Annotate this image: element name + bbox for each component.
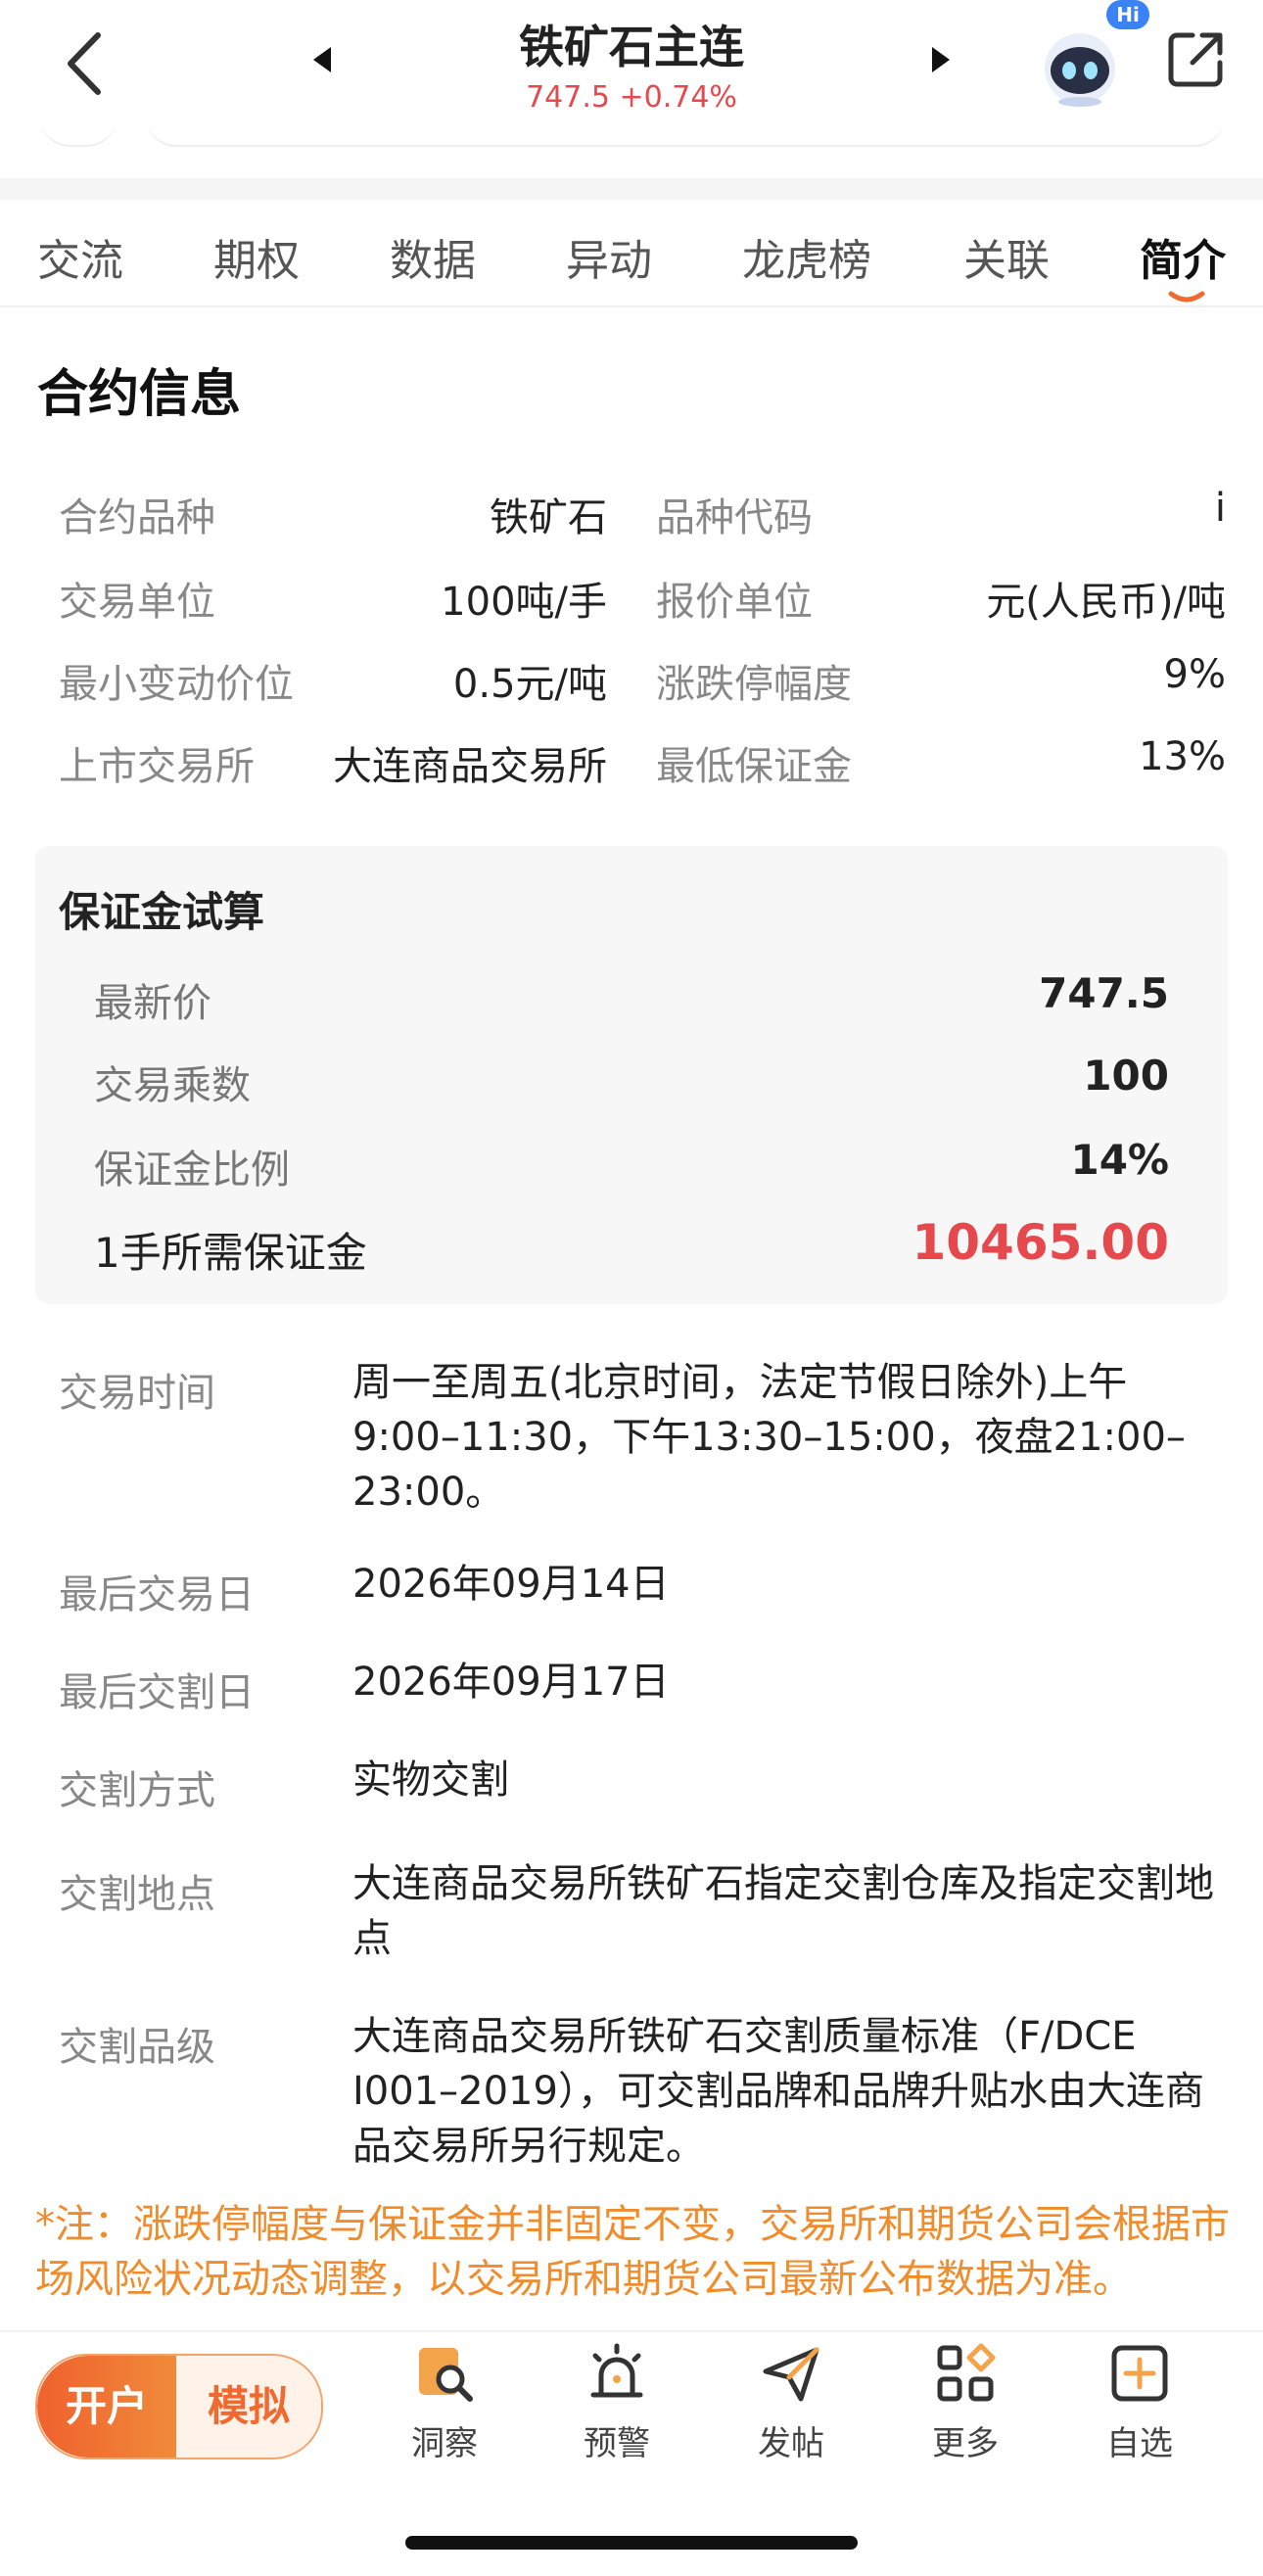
kv-label: 上市交易所	[59, 744, 255, 789]
open-sim-pill: 开户 模拟	[35, 2354, 323, 2459]
detail-label: 最后交易日	[59, 1572, 255, 1617]
detail-value: 大连商品交易所铁矿石交割质量标准（F/DCE I001–2019），可交割品牌和…	[352, 2014, 1204, 2169]
kv-label: 品种代码	[656, 495, 813, 540]
robot-icon[interactable]	[1036, 22, 1124, 110]
send-icon	[760, 2342, 822, 2405]
detail-value: 2026年09月17日	[352, 1660, 670, 1705]
more-grid-icon	[934, 2342, 997, 2405]
open-account-button[interactable]: 开户	[37, 2356, 176, 2458]
margin-calc-title: 保证金试算	[59, 888, 265, 936]
triangle-right-icon[interactable]	[924, 43, 958, 76]
alarm-icon	[585, 2342, 648, 2405]
kv-label: 交易单位	[59, 580, 215, 625]
detail-value: 实物交割	[352, 1757, 509, 1803]
contract-info-title: 合约信息	[37, 365, 242, 424]
kv-value: 0.5元/吨	[452, 662, 607, 707]
nav-alert[interactable]: 预警	[548, 2342, 685, 2469]
home-indicator	[405, 2536, 858, 2550]
tab-dragon-tiger[interactable]: 龙虎榜	[742, 225, 871, 288]
nav-label: 洞察	[411, 2424, 478, 2463]
nav-label: 预警	[584, 2424, 650, 2463]
tab-data[interactable]: 数据	[390, 225, 476, 288]
calc-total-label: 1手所需保证金	[94, 1229, 367, 1277]
nav-label: 自选	[1106, 2424, 1173, 2463]
detail-label: 最后交割日	[59, 1670, 255, 1715]
calc-value: 100	[1083, 1052, 1169, 1100]
insight-icon	[413, 2342, 476, 2405]
kv-label: 涨跌停幅度	[656, 662, 852, 707]
nav-label: 发帖	[758, 2424, 824, 2463]
ghost-search-edge	[147, 116, 1224, 147]
nav-label: 更多	[932, 2424, 999, 2463]
kv-label: 合约品种	[59, 495, 215, 540]
calc-label: 最新价	[94, 981, 211, 1026]
kv-value: i	[1214, 486, 1226, 531]
kv-label: 报价单位	[656, 580, 813, 625]
nav-watchlist[interactable]: 自选	[1071, 2342, 1208, 2469]
detail-value: 2026年09月14日	[352, 1562, 670, 1607]
tab-bar: 交流 期权 数据 异动 龙虎榜 关联 简介	[0, 200, 1263, 307]
tab-related[interactable]: 关联	[963, 225, 1050, 288]
calc-label: 保证金比例	[94, 1147, 290, 1193]
active-tab-indicator	[1167, 290, 1206, 305]
section-divider	[0, 178, 1263, 200]
kv-value: 13%	[1139, 734, 1226, 779]
ghost-avatar-edge	[39, 116, 117, 147]
tab-communication[interactable]: 交流	[37, 225, 123, 288]
tab-anomaly[interactable]: 异动	[566, 225, 652, 288]
kv-value: 9%	[1163, 652, 1226, 697]
kv-label: 最低保证金	[656, 744, 852, 789]
header-bar: 铁矿石主连 747.5 +0.74% Hi	[0, 0, 1263, 147]
kv-value: 元(人民币)/吨	[986, 580, 1226, 625]
calc-value: 747.5	[1039, 969, 1169, 1017]
kv-value: 铁矿石	[490, 495, 607, 540]
detail-value: 大连商品交易所铁矿石指定交割仓库及指定交割地点	[352, 1861, 1214, 1961]
detail-label: 交易时间	[59, 1371, 215, 1416]
nav-post[interactable]: 发帖	[723, 2342, 860, 2469]
add-watchlist-icon	[1108, 2342, 1171, 2405]
calc-label: 交易乘数	[94, 1063, 251, 1108]
detail-label: 交割地点	[59, 1872, 215, 1917]
nav-insight[interactable]: 洞察	[376, 2342, 513, 2469]
detail-value: 周一至周五(北京时间，法定节假日除外)上午9:00–11:30，下午13:30–…	[352, 1360, 1186, 1515]
tab-options[interactable]: 期权	[213, 225, 300, 288]
tab-intro[interactable]: 简介	[1140, 225, 1226, 288]
hi-badge: Hi	[1106, 0, 1149, 29]
detail-label: 交割品级	[59, 2025, 215, 2070]
calc-value: 14%	[1070, 1136, 1169, 1184]
kv-value: 100吨/手	[441, 580, 607, 625]
disclaimer-note: *注：涨跌停幅度与保证金并非固定不变，交易所和期货公司会根据市场风险状况动态调整…	[35, 2202, 1230, 2302]
detail-label: 交割方式	[59, 1768, 215, 1813]
bottom-bar-border	[0, 2330, 1263, 2332]
nav-more[interactable]: 更多	[897, 2342, 1034, 2469]
calc-total-value: 10465.00	[912, 1214, 1169, 1271]
kv-label: 最小变动价位	[59, 662, 294, 707]
kv-value: 大连商品交易所	[333, 744, 607, 789]
share-icon[interactable]	[1163, 27, 1228, 92]
simulate-button[interactable]: 模拟	[176, 2356, 321, 2458]
